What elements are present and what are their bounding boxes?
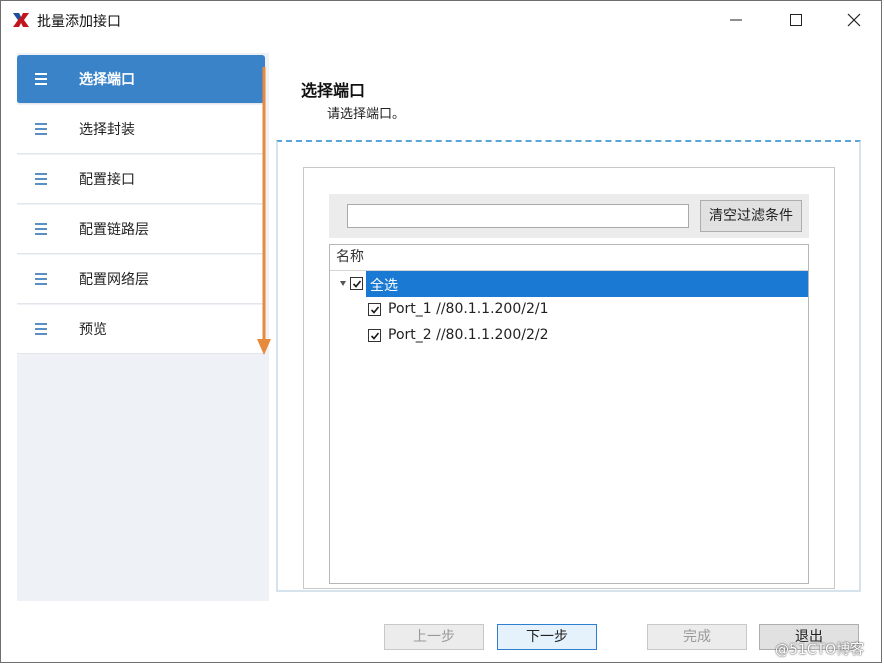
- sidebar-item-label: 配置链路层: [79, 222, 149, 238]
- minimize-icon: [730, 19, 742, 21]
- tree-row-port[interactable]: Port_1 //80.1.1.200/2/1: [330, 297, 808, 323]
- tree-item-label: 全选: [370, 278, 398, 294]
- close-icon: [847, 13, 861, 27]
- title-bar: 批量添加接口: [1, 1, 881, 39]
- tree-item-label: Port_2 //80.1.1.200/2/2: [388, 327, 549, 343]
- port-checkbox[interactable]: [368, 303, 381, 316]
- tree-row-select-all[interactable]: 全选: [330, 271, 808, 297]
- sidebar-item-select-encapsulation[interactable]: 选择封装: [17, 105, 265, 154]
- list-icon: [35, 173, 47, 185]
- filter-bar: 清空过滤条件: [329, 194, 809, 238]
- tree-item-label: Port_1 //80.1.1.200/2/1: [388, 301, 549, 317]
- sidebar-item-select-port[interactable]: 选择端口: [17, 55, 265, 104]
- close-button[interactable]: [825, 1, 883, 39]
- sidebar-item-label: 选择封装: [79, 122, 135, 138]
- list-icon: [35, 223, 47, 235]
- finish-button[interactable]: 完成: [647, 624, 747, 650]
- checkmark-icon: [370, 306, 380, 314]
- maximize-icon: [790, 14, 802, 26]
- expand-arrow-icon[interactable]: [340, 281, 346, 286]
- app-logo-icon: [13, 13, 29, 27]
- checkmark-icon: [370, 332, 380, 340]
- content-panel: 清空过滤条件 名称 全选 Port_1 //80.1.1.200/2/1 Por…: [276, 140, 861, 592]
- maximize-button[interactable]: [767, 1, 825, 39]
- checkmark-icon: [352, 280, 362, 288]
- port-checkbox[interactable]: [368, 329, 381, 342]
- clear-filter-button[interactable]: 清空过滤条件: [700, 200, 802, 232]
- list-icon: [35, 123, 47, 135]
- filter-input[interactable]: [347, 204, 689, 228]
- sidebar-item-label: 配置网络层: [79, 272, 149, 288]
- sidebar-item-configure-link-layer[interactable]: 配置链路层: [17, 205, 265, 254]
- port-tree[interactable]: 名称 全选 Port_1 //80.1.1.200/2/1 Port_2 //8…: [329, 244, 809, 584]
- minimize-button[interactable]: [707, 1, 765, 39]
- watermark: @51CTO博客: [775, 642, 865, 658]
- step-header: 选择端口 请选择端口。: [301, 77, 405, 122]
- sidebar-item-configure-interface[interactable]: 配置接口: [17, 155, 265, 204]
- list-icon: [35, 273, 47, 285]
- sidebar-item-label: 预览: [79, 322, 107, 338]
- page-subtitle: 请选择端口。: [327, 107, 406, 122]
- sidebar-item-label: 选择端口: [79, 72, 135, 88]
- tree-row-port[interactable]: Port_2 //80.1.1.200/2/2: [330, 323, 808, 349]
- wizard-sidebar: 选择端口 选择封装 配置接口 配置链路层 配置网络层 预览: [17, 53, 269, 601]
- page-title: 选择端口: [301, 81, 366, 100]
- list-icon: [35, 73, 47, 85]
- tree-column-header[interactable]: 名称: [330, 245, 808, 271]
- previous-button[interactable]: 上一步: [384, 624, 484, 650]
- window-title: 批量添加接口: [37, 14, 121, 30]
- sidebar-item-preview[interactable]: 预览: [17, 305, 265, 354]
- port-selector: 清空过滤条件 名称 全选 Port_1 //80.1.1.200/2/1 Por…: [303, 167, 835, 589]
- sidebar-item-configure-network-layer[interactable]: 配置网络层: [17, 255, 265, 304]
- list-icon: [35, 323, 47, 335]
- sidebar-item-label: 配置接口: [79, 172, 135, 188]
- select-all-checkbox[interactable]: [350, 277, 363, 290]
- dialog-window: 批量添加接口 选择端口 选择封装 配置接口 配置链路层 配置网络层 预览 选择端…: [0, 0, 882, 663]
- next-button[interactable]: 下一步: [497, 624, 597, 650]
- annotation-arrow-icon: [257, 67, 271, 355]
